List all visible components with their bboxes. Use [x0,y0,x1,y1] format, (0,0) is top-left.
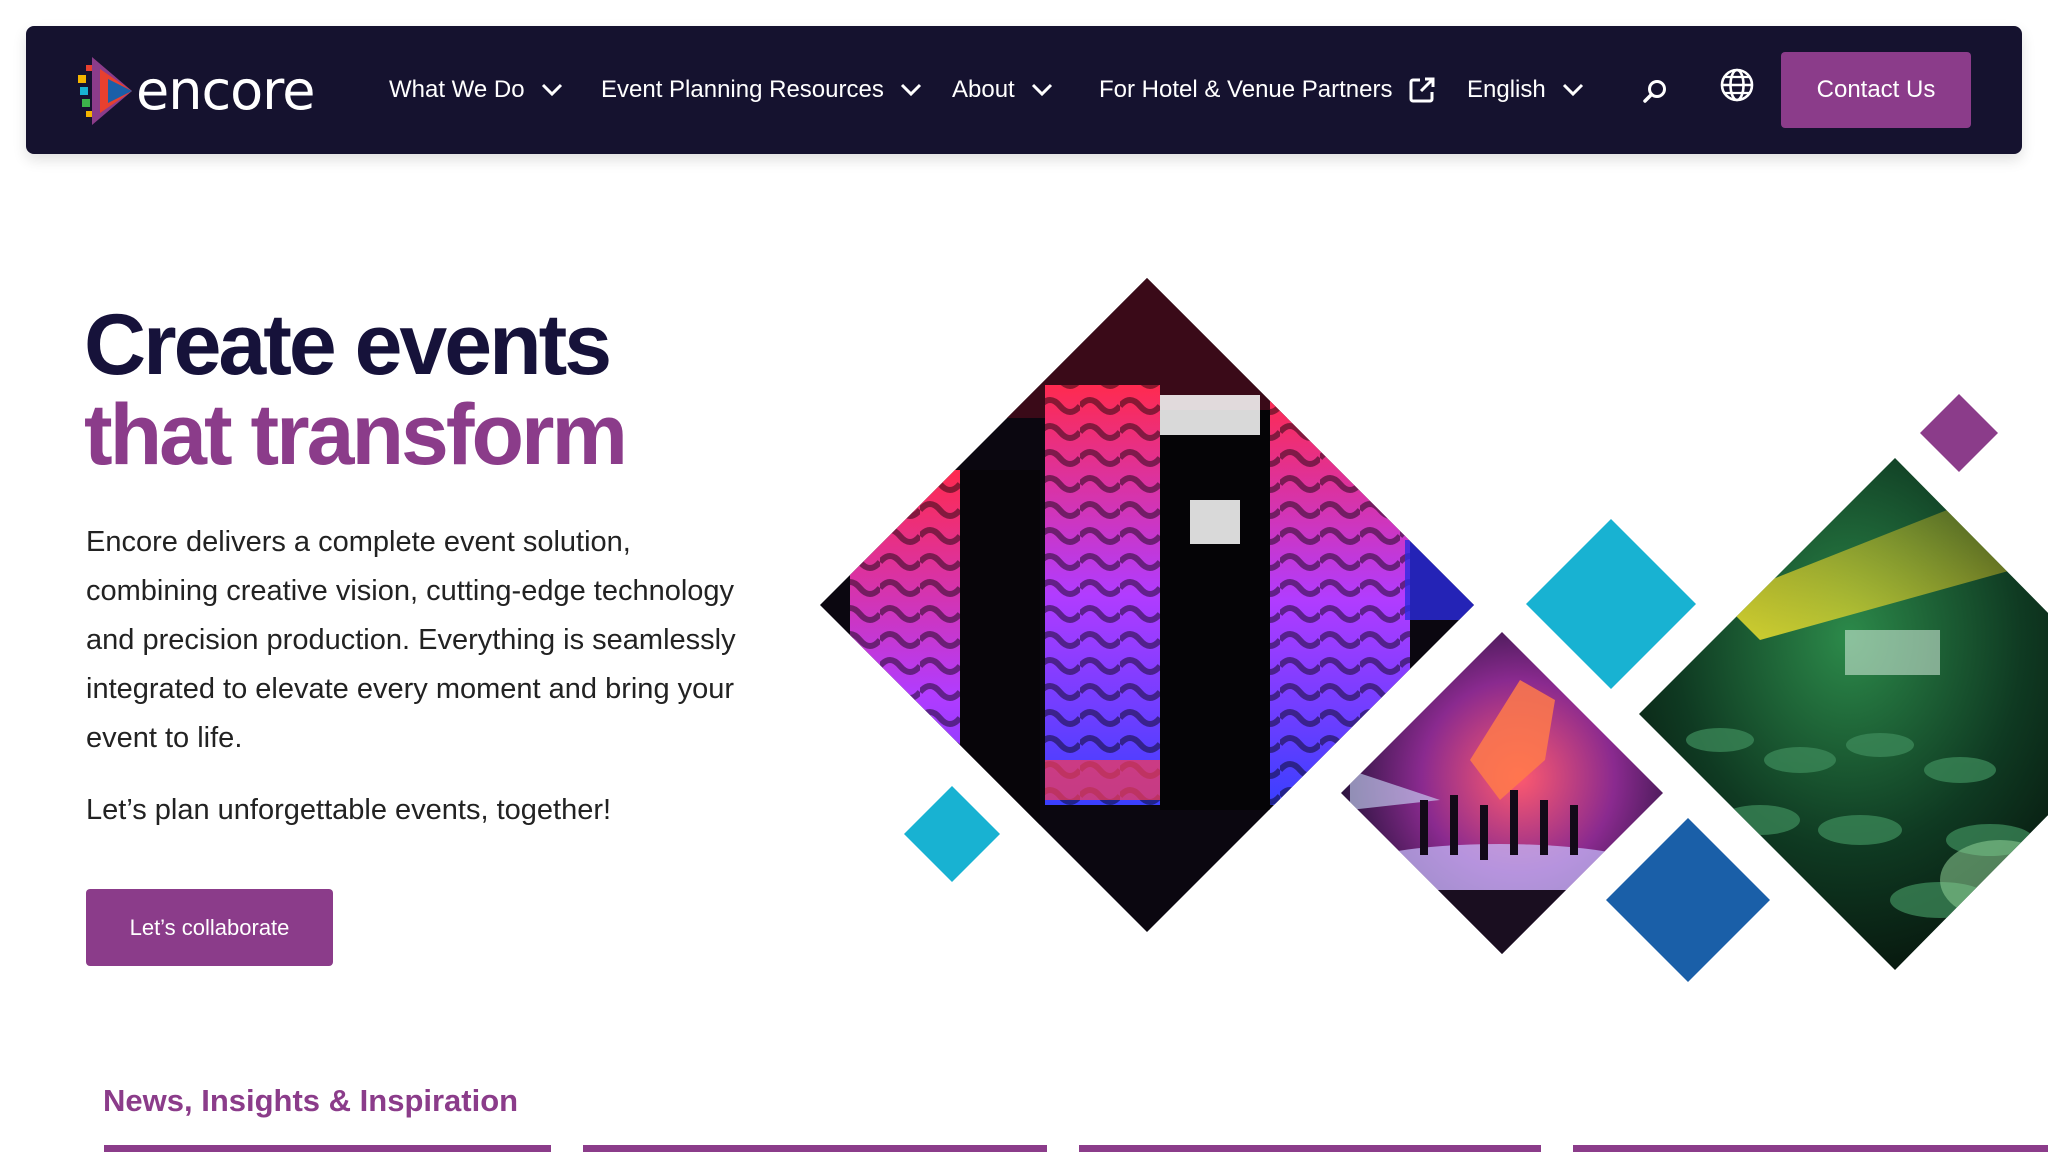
decorative-diamond-teal-large [1526,519,1696,689]
news-card-top-bar [1079,1145,1541,1152]
hero-image-collage [820,278,2048,982]
news-section-title: News, Insights & Inspiration [103,1083,519,1118]
news-card-top-bar [1573,1145,2048,1152]
decorative-diamond-blue [1606,818,1770,982]
decorative-diamond-purple [1920,394,1998,472]
news-card-top-bar [104,1145,551,1152]
decorative-diamond-teal-small [904,786,1000,882]
news-card-top-bar [583,1145,1047,1152]
